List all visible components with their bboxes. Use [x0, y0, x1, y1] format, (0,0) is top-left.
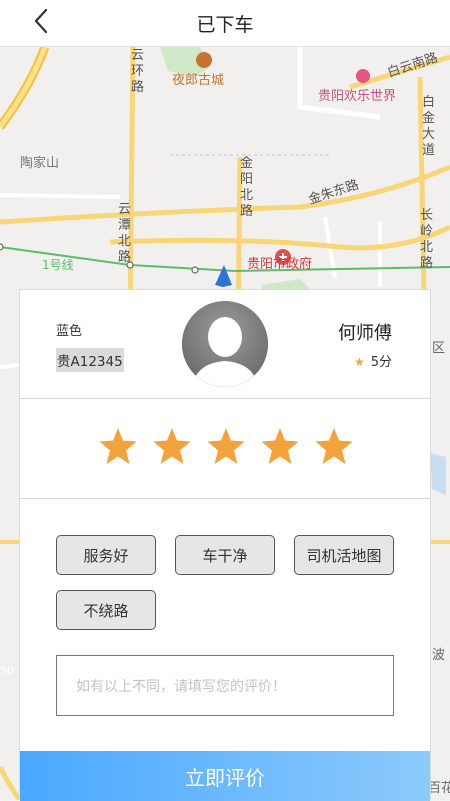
tag-driver-knows-routes[interactable]: 司机活地图 — [294, 535, 394, 575]
map-label-changling-vertical: 长岭北路 — [420, 208, 434, 271]
map-label-yelang: 夜郎古城 — [172, 73, 224, 88]
map-label-edge-50: 50 — [0, 664, 14, 677]
rating-card: 蓝色 贵A12345 何师傅 ★ 5分 服务好 车干净 司机活地图 不绕路 如有… — [19, 289, 431, 801]
map-label-edge-bo: 波 — [432, 648, 445, 663]
map-label-yuntan-vertical: 云潭北路 — [118, 202, 132, 265]
submit-rating-button[interactable]: 立即评价 — [20, 751, 430, 801]
driver-avatar — [182, 301, 268, 387]
map-label-jinyang-vertical: 金阳北路 — [240, 156, 254, 219]
license-plate: 贵A12345 — [56, 348, 124, 372]
rating-star-icon[interactable] — [152, 426, 192, 466]
map-label-edge-qu: 区 — [432, 341, 445, 356]
driver-name: 何师傅 — [338, 323, 392, 344]
comment-input[interactable]: 如有以上不同，请填写您的评价！ — [56, 655, 394, 716]
star-rating — [20, 398, 430, 499]
star-small-icon: ★ — [353, 355, 365, 369]
map-label-taojia: 陶家山 — [20, 155, 59, 171]
map-label-line1: 1号线 — [42, 258, 74, 272]
driver-score: ★ 5分 — [354, 351, 392, 370]
rating-star-icon[interactable] — [260, 426, 300, 466]
rating-star-icon[interactable] — [98, 426, 138, 466]
page-title: 已下车 — [196, 14, 254, 36]
map-label-edge-baiyun: 百花 — [428, 780, 450, 796]
driver-score-value: 5分 — [370, 355, 392, 370]
person-avatar-icon — [182, 301, 268, 387]
map-label-huanle: 贵阳欢乐世界 — [318, 89, 396, 104]
rating-star-icon[interactable] — [314, 426, 354, 466]
map-label-baijin-vertical: 白金大道 — [422, 95, 436, 158]
map-label-yunhuan-vertical: 云环路 — [131, 48, 145, 95]
map-label-gov: 贵阳市政府 — [247, 256, 312, 272]
tag-car-clean[interactable]: 车干净 — [175, 535, 275, 575]
top-bar: 已下车 — [0, 0, 450, 47]
tag-no-detour[interactable]: 不绕路 — [56, 590, 156, 630]
tag-service-good[interactable]: 服务好 — [56, 535, 156, 575]
car-color: 蓝色 — [56, 324, 83, 339]
rating-star-icon[interactable] — [206, 426, 246, 466]
driver-info: 蓝色 贵A12345 何师傅 ★ 5分 — [20, 290, 430, 399]
